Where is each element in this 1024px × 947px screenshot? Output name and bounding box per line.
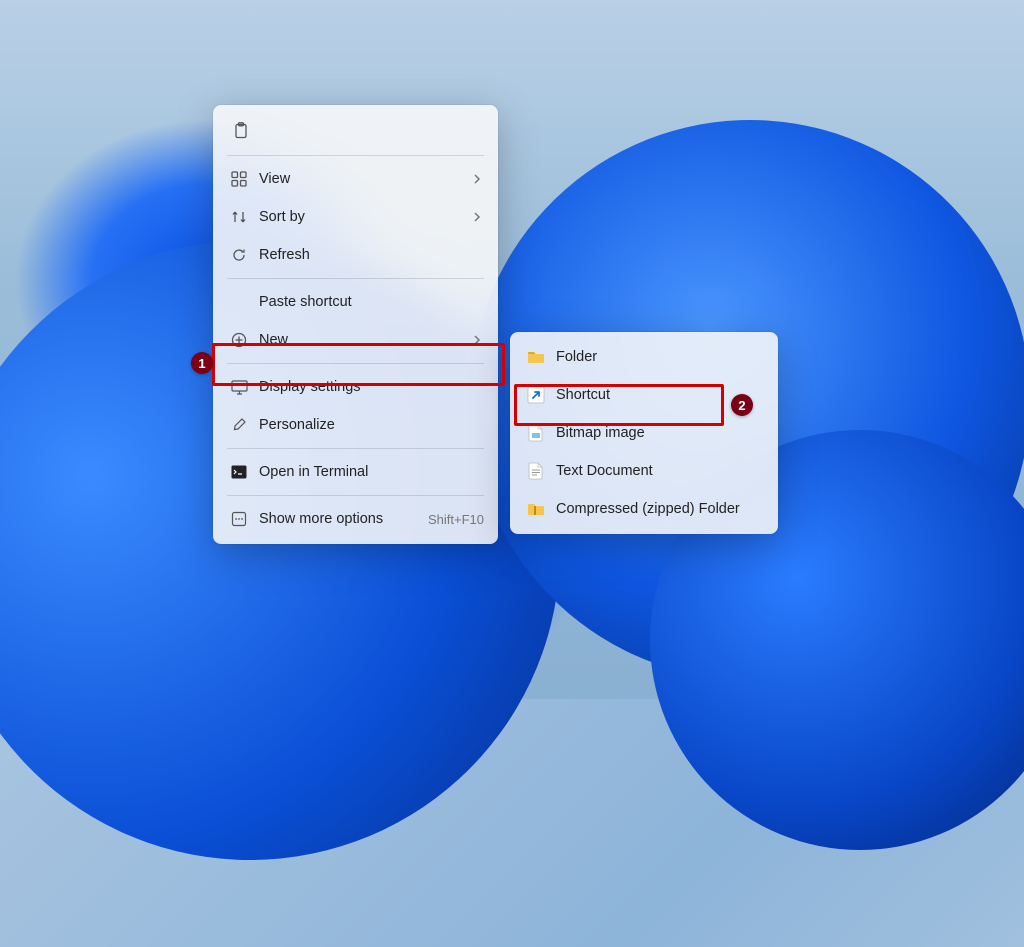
refresh-icon: [227, 247, 251, 263]
menu-item-view[interactable]: View: [219, 160, 492, 198]
menu-accelerator: Shift+F10: [428, 512, 484, 527]
sort-icon: [227, 209, 251, 225]
menu-label: Paste shortcut: [259, 294, 484, 310]
menu-item-new[interactable]: New: [219, 321, 492, 359]
menu-item-personalize[interactable]: Personalize: [219, 406, 492, 444]
menu-label: Text Document: [556, 463, 764, 479]
menu-label: Show more options: [259, 511, 420, 527]
context-menu-top-bar: [219, 111, 492, 151]
menu-label: Refresh: [259, 247, 484, 263]
menu-item-open-in-terminal[interactable]: Open in Terminal: [219, 453, 492, 491]
badge-label: 2: [738, 398, 745, 413]
grid-icon: [227, 171, 251, 187]
menu-label: Bitmap image: [556, 425, 764, 441]
menu-label: Display settings: [259, 379, 484, 395]
menu-label: Folder: [556, 349, 764, 365]
zip-folder-icon: [524, 502, 548, 516]
plus-circle-icon: [227, 332, 251, 348]
menu-item-show-more-options[interactable]: Show more options Shift+F10: [219, 500, 492, 538]
menu-item-paste-shortcut[interactable]: Paste shortcut: [219, 283, 492, 321]
chevron-right-icon: [470, 211, 484, 223]
chevron-right-icon: [470, 334, 484, 346]
new-submenu: Folder Shortcut Bitmap image: [510, 332, 778, 534]
separator: [227, 155, 484, 156]
separator: [227, 363, 484, 364]
menu-item-refresh[interactable]: Refresh: [219, 236, 492, 274]
paste-icon[interactable]: [229, 122, 253, 140]
terminal-icon: [227, 465, 251, 479]
annotation-badge-1: 1: [191, 352, 213, 374]
separator: [227, 495, 484, 496]
bitmap-icon: [524, 424, 548, 442]
menu-label: Personalize: [259, 417, 484, 433]
text-doc-icon: [524, 462, 548, 480]
badge-label: 1: [198, 356, 205, 371]
menu-label: New: [259, 332, 470, 348]
submenu-item-folder[interactable]: Folder: [516, 338, 772, 376]
menu-label: Compressed (zipped) Folder: [556, 501, 764, 517]
submenu-item-compressed-folder[interactable]: Compressed (zipped) Folder: [516, 490, 772, 528]
separator: [227, 278, 484, 279]
submenu-item-bitmap[interactable]: Bitmap image: [516, 414, 772, 452]
menu-label: View: [259, 171, 470, 187]
separator: [227, 448, 484, 449]
menu-item-display-settings[interactable]: Display settings: [219, 368, 492, 406]
brush-icon: [227, 417, 251, 433]
display-icon: [227, 380, 251, 395]
shortcut-icon: [524, 386, 548, 404]
desktop-context-menu: View Sort by Refresh Paste shortcut: [213, 105, 498, 544]
submenu-item-text-document[interactable]: Text Document: [516, 452, 772, 490]
menu-label: Sort by: [259, 209, 470, 225]
menu-item-sort-by[interactable]: Sort by: [219, 198, 492, 236]
chevron-right-icon: [470, 173, 484, 185]
more-options-icon: [227, 511, 251, 527]
annotation-badge-2: 2: [731, 394, 753, 416]
folder-icon: [524, 350, 548, 364]
menu-label: Open in Terminal: [259, 464, 484, 480]
